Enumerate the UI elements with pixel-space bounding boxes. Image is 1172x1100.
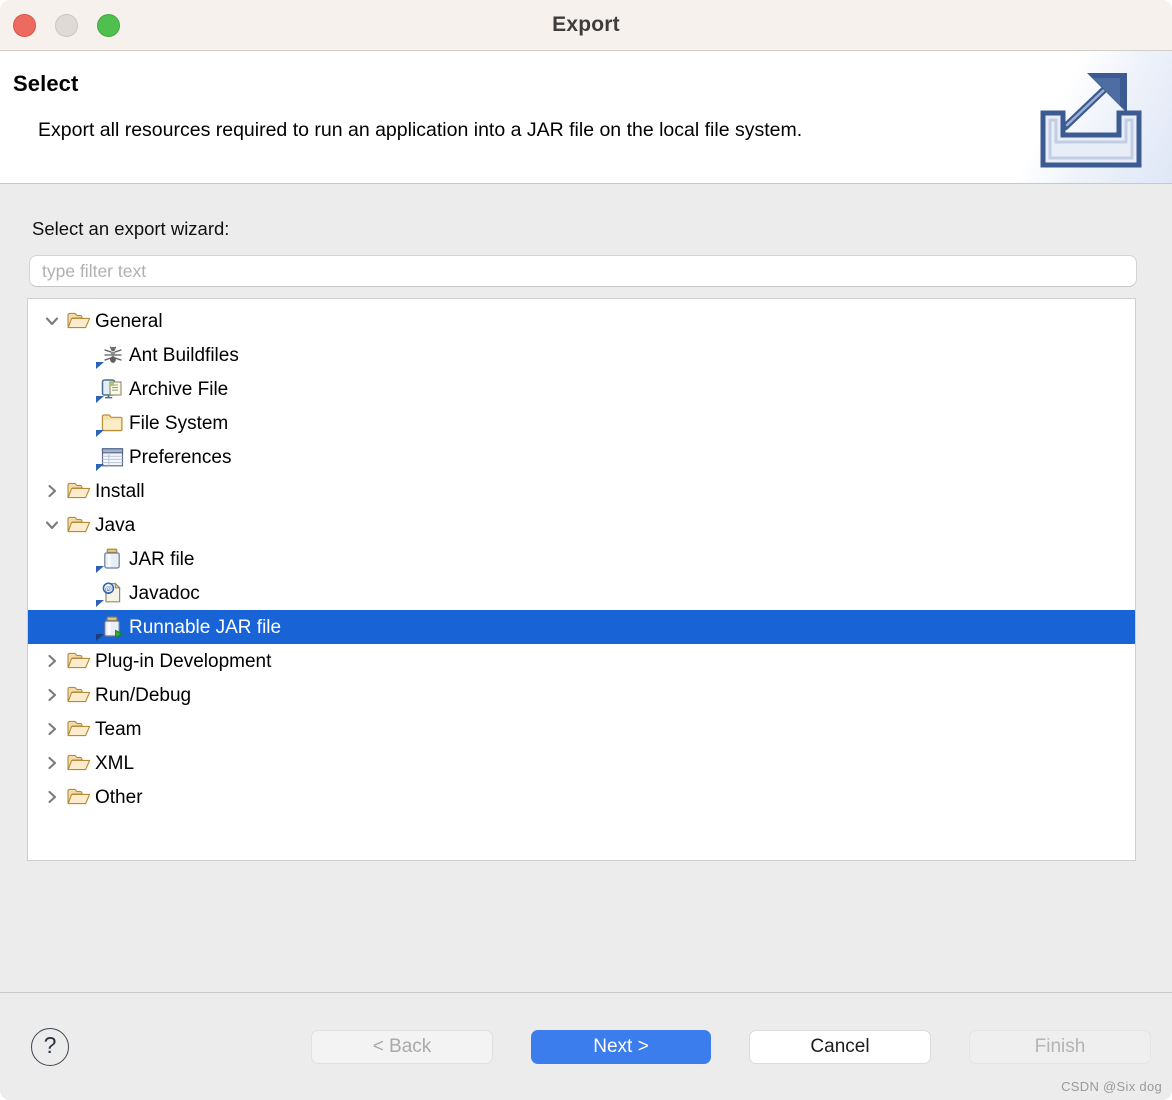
archive-file-icon [96,377,126,403]
finish-button[interactable]: Finish [969,1029,1151,1064]
tree-item-label: Plug-in Development [95,650,272,672]
tree-item-label: XML [95,752,135,774]
export-dialog-window: Export Select Export all resources requi… [0,0,1172,1100]
leaf-marker-icon [96,634,104,641]
tree-item-jar-file[interactable]: JAR file [28,542,1135,576]
leaf-marker-icon [96,362,104,369]
open-folder-icon [66,717,92,741]
ant-icon [96,343,126,369]
tree-item-javadoc[interactable]: @ Javadoc [28,576,1135,610]
help-button[interactable]: ? [31,1027,69,1066]
chevron-right-icon[interactable] [38,483,66,499]
chevron-right-icon[interactable] [38,755,66,771]
tree-item-label: Runnable JAR file [129,616,282,638]
folder-icon [96,411,126,437]
svg-text:@: @ [105,584,112,593]
open-folder-icon [66,785,92,809]
tree-item-other[interactable]: Other [28,780,1135,814]
leaf-marker-icon [96,600,104,607]
tree-item-preferences[interactable]: Preferences [28,440,1135,474]
export-wizard-banner-icon [1017,51,1172,183]
chevron-down-icon[interactable] [38,517,66,533]
tree-item-java[interactable]: Java [28,508,1135,542]
select-wizard-label: Select an export wizard: [32,218,230,239]
open-folder-icon [66,683,92,707]
footer-button-group: < Back Next > Cancel Finish [311,1029,1151,1064]
open-folder-icon [66,513,92,537]
tree-item-team[interactable]: Team [28,712,1135,746]
tree-item-label: Run/Debug [95,684,192,706]
tree-item-label: Javadoc [129,582,200,604]
chevron-right-icon[interactable] [38,687,66,703]
open-folder-icon [66,479,92,503]
javadoc-icon: @ [96,581,126,607]
leaf-marker-icon [96,396,104,403]
jar-icon [96,547,126,573]
chevron-right-icon[interactable] [38,789,66,805]
leaf-marker-icon [96,464,104,471]
tree-item-label: Preferences [129,446,232,468]
tree-item-label: General [95,310,163,332]
cancel-button[interactable]: Cancel [749,1029,931,1064]
tree-item-archive-file[interactable]: Archive File [28,372,1135,406]
dialog-footer: ? < Back Next > Cancel Finish CSDN @Six … [0,992,1172,1100]
tree-item-label: Team [95,718,142,740]
tree-item-run-debug[interactable]: Run/Debug [28,678,1135,712]
export-wizard-tree[interactable]: General Ant Buildfiles Archive File File Sy… [27,298,1136,861]
watermark: CSDN @Six dog [1061,1079,1162,1094]
tree-item-label: Other [95,786,143,808]
tree-item-general[interactable]: General [28,304,1135,338]
open-folder-icon [66,309,92,333]
page-description: Export all resources required to run an … [38,119,803,141]
tree-item-xml[interactable]: XML [28,746,1135,780]
tree-item-label: JAR file [129,548,195,570]
open-folder-icon [66,649,92,673]
open-folder-icon [66,751,92,775]
preferences-icon [96,445,126,471]
page-title: Select [13,71,79,96]
chevron-down-icon[interactable] [38,313,66,329]
tree-item-label: Archive File [129,378,229,400]
tree-item-ant-buildfiles[interactable]: Ant Buildfiles [28,338,1135,372]
leaf-marker-icon [96,566,104,573]
tree-item-file-system[interactable]: File System [28,406,1135,440]
tree-item-label: Java [95,514,136,536]
next-button[interactable]: Next > [531,1029,711,1064]
back-button[interactable]: < Back [311,1029,493,1064]
tree-item-plug-in-development[interactable]: Plug-in Development [28,644,1135,678]
tree-rows: General Ant Buildfiles Archive File File Sy… [28,299,1135,814]
chevron-right-icon[interactable] [38,653,66,669]
tree-item-runnable-jar-file[interactable]: Runnable JAR file [28,610,1135,644]
filter-input[interactable] [29,255,1137,287]
wizard-banner: Select Export all resources required to … [0,51,1172,184]
window-title: Export [552,13,620,36]
dialog-body: Select an export wizard: General Ant Buil… [0,184,1172,1046]
tree-item-label: Ant Buildfiles [129,344,239,366]
leaf-marker-icon [96,430,104,437]
tree-item-label: File System [129,412,229,434]
runnable-jar-icon [96,615,126,641]
tree-item-label: Install [95,480,145,502]
titlebar: Export [0,0,1172,51]
tree-item-install[interactable]: Install [28,474,1135,508]
chevron-right-icon[interactable] [38,721,66,737]
